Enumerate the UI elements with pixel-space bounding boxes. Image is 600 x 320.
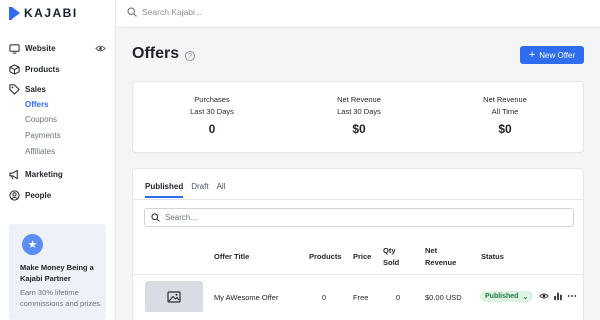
new-offer-label: New Offer xyxy=(539,50,576,60)
global-search-input[interactable]: Search Kajabi... xyxy=(127,7,202,17)
tab-draft[interactable]: Draft xyxy=(191,182,208,198)
stat-label: Net Revenue xyxy=(337,95,381,104)
global-search-placeholder: Search Kajabi... xyxy=(142,7,203,17)
more-options-icon[interactable] xyxy=(567,291,577,301)
column-header-qty: Qty xyxy=(383,246,396,255)
offers-card: Published Draft All Search... Offer Titl… xyxy=(132,168,584,320)
stat-sublabel: Last 30 Days xyxy=(337,107,381,116)
search-placeholder: Search... xyxy=(165,213,198,222)
stat-value: 0 xyxy=(208,122,216,136)
column-header-status: Status xyxy=(481,252,504,261)
chevron-down-icon: ⌄ xyxy=(522,293,529,301)
stat-sublabel: All Time xyxy=(491,107,519,116)
stat-sublabel: Last 30 Days xyxy=(190,107,234,116)
offer-search-input[interactable]: Search... xyxy=(144,208,574,227)
partner-promo-card[interactable]: ★ Make Money Being a Kajabi Partner Earn… xyxy=(9,224,106,320)
stat-net-revenue-30d: Net Revenue Last 30 Days $0 xyxy=(299,94,419,136)
monitor-icon xyxy=(9,44,20,54)
page-title: Offers xyxy=(132,45,180,62)
sidebar-item-website[interactable]: Website xyxy=(9,43,56,54)
sidebar-item-label: Marketing xyxy=(25,170,63,179)
sidebar-item-sales[interactable]: Sales xyxy=(9,84,46,95)
sidebar-item-label: Products xyxy=(25,65,60,74)
stat-label: Purchases xyxy=(194,95,230,104)
column-header-price: Price xyxy=(353,252,372,261)
logo-text: KAJABI xyxy=(24,6,78,20)
sidebar-item-label: Website xyxy=(25,44,56,53)
tab-all[interactable]: All xyxy=(217,182,226,198)
box-icon xyxy=(9,64,20,75)
column-header-net: Net xyxy=(425,246,438,255)
sidebar-subitem-payments[interactable]: Payments xyxy=(25,131,61,140)
sidebar-item-label: People xyxy=(25,191,52,200)
sidebar-item-marketing[interactable]: Marketing xyxy=(9,169,63,180)
plus-icon: + xyxy=(528,48,536,61)
promo-description: Earn 30% lifetime commissions and prizes… xyxy=(20,288,103,308)
eye-icon[interactable] xyxy=(539,291,549,301)
divider xyxy=(133,274,583,275)
tag-icon xyxy=(9,84,20,95)
offer-products: 0 xyxy=(322,293,327,302)
eye-icon[interactable] xyxy=(95,43,106,54)
stat-value: $0 xyxy=(352,122,366,136)
sidebar-item-people[interactable]: People xyxy=(9,190,51,201)
sidebar-subitem-coupons[interactable]: Coupons xyxy=(25,115,57,124)
stat-label: Net Revenue xyxy=(483,95,527,104)
sidebar-subitem-affiliates[interactable]: Affiliates xyxy=(25,147,55,156)
kajabi-logo[interactable]: KAJABI xyxy=(9,5,78,21)
person-icon xyxy=(9,190,20,201)
column-header-sold: Sold xyxy=(383,258,400,267)
sidebar-subitem-offers[interactable]: Offers xyxy=(25,100,49,109)
kajabi-logo-mark-icon xyxy=(9,6,20,20)
search-icon xyxy=(127,7,137,17)
stat-value: $0 xyxy=(498,122,512,136)
divider xyxy=(133,199,583,200)
promo-title: Make Money Being a Kajabi Partner xyxy=(20,263,94,283)
offer-price: Free xyxy=(353,293,369,302)
star-badge-icon: ★ xyxy=(22,234,43,255)
sidebar: KAJABI Website Products Sales Offers Cou… xyxy=(0,0,116,320)
help-icon[interactable]: ? xyxy=(185,51,195,61)
megaphone-icon xyxy=(9,169,18,180)
offer-tabs: Published Draft All xyxy=(145,182,225,198)
new-offer-button[interactable]: + New Offer xyxy=(520,46,584,64)
stat-purchases: Purchases Last 30 Days 0 xyxy=(152,94,272,136)
stats-card: Purchases Last 30 Days 0 Net Revenue Las… xyxy=(132,81,584,153)
column-header-offer-title: Offer Title xyxy=(214,252,250,261)
status-badge[interactable]: Published ⌄ xyxy=(480,291,534,302)
offer-title-link[interactable]: My AWesome Offer xyxy=(214,293,278,302)
sidebar-item-label: Sales xyxy=(25,85,46,94)
offer-qty-sold: 0 xyxy=(396,293,401,302)
search-icon xyxy=(151,213,160,222)
tab-published[interactable]: Published xyxy=(145,182,184,198)
image-placeholder-icon xyxy=(167,290,181,303)
offer-net-revenue: $0.00 USD xyxy=(425,293,462,302)
status-label: Published xyxy=(485,293,519,300)
analytics-icon[interactable] xyxy=(553,291,563,301)
column-header-products: Products xyxy=(309,252,342,261)
column-header-revenue: Revenue xyxy=(425,258,457,267)
sidebar-item-products[interactable]: Products xyxy=(9,64,60,75)
offer-thumbnail[interactable] xyxy=(145,281,203,312)
top-bar: Search Kajabi... xyxy=(116,0,600,28)
stat-net-revenue-all-time: Net Revenue All Time $0 xyxy=(445,94,565,136)
